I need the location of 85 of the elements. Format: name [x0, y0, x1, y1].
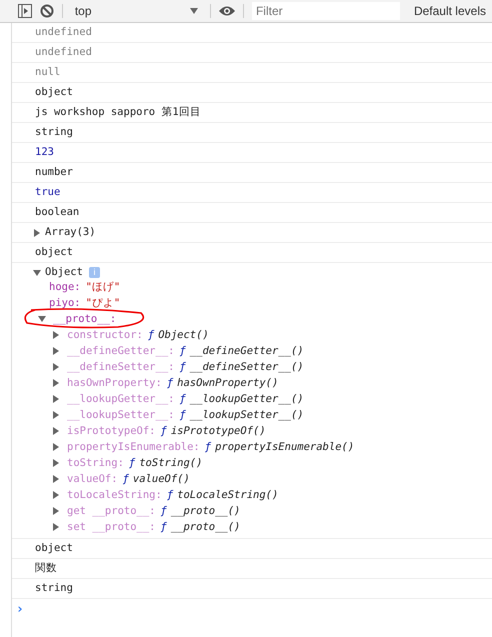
collapsed-arrow-icon[interactable] — [52, 443, 60, 451]
function-name: __defineGetter__() — [190, 344, 304, 359]
function-sign: ƒ — [160, 520, 167, 535]
clear-console-icon[interactable] — [40, 4, 54, 18]
property-key: propertyIsEnumerable: — [67, 439, 200, 455]
property-key: __lookupGetter__: — [67, 391, 174, 407]
property-key: hasOwnProperty: — [67, 375, 162, 391]
function-sign: ƒ — [179, 392, 186, 407]
collapsed-arrow-icon[interactable] — [52, 331, 60, 339]
console-message: 関数 — [35, 562, 57, 574]
console-message: undefined — [35, 46, 92, 58]
collapsed-arrow-icon[interactable] — [52, 411, 60, 419]
property-key: get __proto__: — [67, 503, 156, 519]
property-key: toString: — [67, 455, 124, 471]
object-label: Array(3) — [45, 226, 96, 239]
expanded-arrow-icon[interactable] — [38, 315, 46, 323]
collapsed-arrow-icon[interactable] — [52, 507, 60, 515]
console-message: null — [35, 66, 60, 78]
function-name: valueOf() — [132, 472, 190, 487]
console-message: object — [35, 246, 73, 258]
property-key: __defineSetter__: — [67, 359, 174, 375]
console-message: undefined — [35, 26, 92, 38]
sidebar-toggle-icon[interactable] — [18, 4, 32, 18]
function-sign: ƒ — [179, 408, 186, 423]
function-name: __lookupSetter__() — [190, 408, 304, 423]
property-key: set __proto__: — [67, 519, 156, 535]
console-message: string — [35, 126, 73, 138]
console-message: true — [35, 186, 60, 198]
function-sign: ƒ — [122, 472, 129, 487]
function-sign: ƒ — [204, 440, 212, 455]
property-value: "ぴよ" — [86, 296, 120, 311]
function-sign: ƒ — [160, 504, 167, 519]
eye-icon[interactable] — [219, 5, 236, 17]
property-key: hoge: — [49, 279, 81, 295]
function-sign: ƒ — [160, 424, 167, 439]
function-name: toString() — [139, 456, 202, 471]
collapsed-arrow-icon[interactable] — [52, 523, 60, 531]
function-sign: ƒ — [166, 376, 174, 391]
collapsed-arrow-icon[interactable] — [33, 228, 41, 236]
property-key: isPrototypeOf: — [67, 423, 156, 439]
console-message: 123 — [35, 146, 54, 158]
function-name: isPrototypeOf() — [170, 424, 266, 439]
console-message: number — [35, 166, 73, 178]
function-name: toLocaleString() — [177, 488, 278, 503]
function-sign: ƒ — [166, 488, 174, 503]
collapsed-arrow-icon[interactable] — [52, 459, 60, 467]
collapsed-arrow-icon[interactable] — [52, 427, 60, 435]
function-name: __lookupGetter__() — [190, 392, 304, 407]
expanded-arrow-icon[interactable] — [33, 268, 41, 276]
property-key: __proto__: — [53, 311, 116, 327]
console-message: boolean — [35, 206, 80, 218]
property-key: constructor: — [67, 327, 143, 343]
collapsed-arrow-icon[interactable] — [52, 475, 60, 483]
function-sign: ƒ — [128, 456, 136, 471]
caret-icon — [190, 8, 198, 14]
function-name: __defineSetter__() — [190, 360, 304, 375]
filter-field[interactable]: Filter — [252, 2, 400, 20]
levels-dropdown[interactable]: Default levels — [408, 4, 492, 18]
function-sign: ƒ — [179, 360, 186, 375]
property-value: "ほげ" — [86, 280, 120, 295]
function-name: Object() — [158, 328, 209, 343]
function-name: __proto__() — [170, 520, 240, 535]
property-key: piyo: — [49, 295, 81, 311]
collapsed-arrow-icon[interactable] — [52, 491, 60, 499]
collapsed-arrow-icon[interactable] — [52, 363, 60, 371]
console-message: js workshop sapporo 第1回目 — [35, 106, 201, 118]
function-name: propertyIsEnumerable() — [215, 440, 354, 455]
collapsed-arrow-icon[interactable] — [52, 379, 60, 387]
collapsed-arrow-icon[interactable] — [52, 347, 60, 355]
object-label: Object — [45, 266, 83, 279]
property-key: valueOf: — [67, 471, 118, 487]
property-key: __lookupSetter__: — [67, 407, 174, 423]
info-badge: i — [88, 267, 100, 278]
function-sign: ƒ — [179, 344, 186, 359]
property-key: toLocaleString: — [67, 487, 162, 503]
function-name: __proto__() — [170, 504, 240, 519]
console-message: object — [35, 86, 73, 98]
console-message: object — [35, 542, 73, 554]
function-name: hasOwnProperty() — [177, 376, 278, 391]
console-message: string — [35, 582, 73, 594]
context-dropdown[interactable]: top — [70, 4, 202, 18]
function-sign: ƒ — [148, 328, 154, 343]
property-key: __defineGetter__: — [67, 343, 174, 359]
collapsed-arrow-icon[interactable] — [52, 395, 60, 403]
prompt-icon[interactable]: › — [16, 602, 24, 617]
